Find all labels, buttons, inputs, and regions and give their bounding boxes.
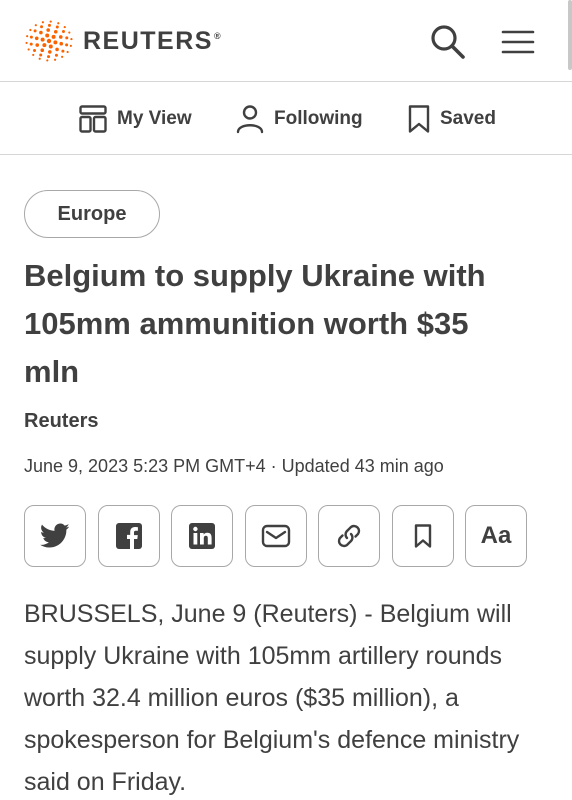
share-twitter-button[interactable] — [24, 505, 86, 567]
save-article-button[interactable] — [391, 505, 454, 567]
text-size-button[interactable]: Aa — [465, 505, 527, 567]
nav-following-label: Following — [274, 108, 363, 129]
linkedin-icon — [189, 523, 215, 549]
sub-nav: My View Following Saved — [0, 83, 572, 155]
share-linkedin-button[interactable] — [171, 505, 233, 567]
email-icon — [261, 524, 290, 548]
nav-following[interactable]: Following — [235, 101, 363, 137]
nav-saved[interactable]: Saved — [407, 101, 496, 137]
twitter-icon — [40, 523, 70, 548]
reuters-logo[interactable]: REUTERS® — [24, 19, 222, 63]
article-dateline: June 9, 2023 5:23 PM GMT+4 · Updated 43 … — [24, 456, 444, 477]
share-facebook-button[interactable] — [97, 505, 160, 567]
reuters-logo-icon — [25, 20, 73, 62]
article-body-paragraph: BRUSSELS, June 9 (Reuters) - Belgium wil… — [24, 600, 520, 796]
updated-time: · Updated 43 min ago — [270, 456, 444, 476]
bookmark-icon — [414, 524, 431, 548]
search-button[interactable] — [428, 22, 468, 62]
hamburger-menu-icon — [501, 30, 535, 54]
facebook-icon — [115, 523, 142, 549]
bookmark-icon — [408, 105, 430, 133]
byline-author[interactable]: Reuters — [24, 410, 98, 433]
nav-saved-label: Saved — [440, 108, 496, 129]
copy-link-button[interactable] — [318, 505, 380, 567]
category-tag[interactable]: Europe — [24, 190, 160, 238]
search-icon — [431, 25, 465, 59]
nav-my-view[interactable]: My View — [78, 101, 192, 137]
person-icon — [236, 105, 264, 134]
logo-text: REUTERS® — [83, 26, 223, 55]
article-headline: Belgium to supply Ukraine with 105mm amm… — [24, 258, 486, 389]
text-size-icon: Aa — [480, 522, 512, 549]
link-icon — [337, 524, 361, 548]
top-header: REUTERS® — [0, 0, 572, 82]
menu-button[interactable] — [500, 24, 536, 60]
share-email-button[interactable] — [244, 505, 307, 567]
my-view-icon — [79, 105, 107, 133]
publish-date: June 9, 2023 5:23 PM GMT+4 — [24, 456, 266, 476]
nav-my-view-label: My View — [117, 108, 192, 129]
share-toolbar: Aa — [24, 505, 527, 567]
